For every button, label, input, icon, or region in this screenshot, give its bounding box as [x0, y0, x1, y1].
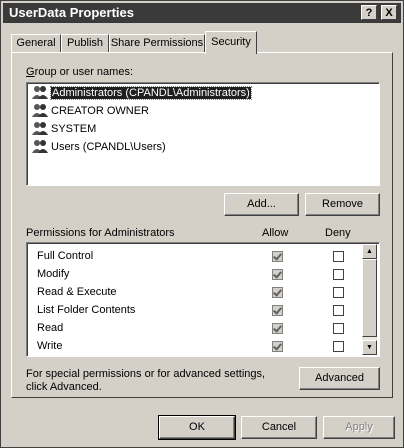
- ok-button[interactable]: OK: [158, 415, 236, 440]
- allow-checkbox[interactable]: [272, 251, 283, 262]
- users-icon: [31, 139, 49, 153]
- list-item-label: SYSTEM: [51, 123, 97, 135]
- list-item[interactable]: Users (CPANDL\Users): [31, 139, 166, 156]
- tab-share-permissions[interactable]: Share Permissions: [109, 34, 205, 53]
- group-user-list[interactable]: Administrators (CPANDL\Administrators) C…: [26, 82, 380, 186]
- apply-button[interactable]: Apply: [323, 416, 395, 439]
- allow-checkbox[interactable]: [272, 287, 283, 298]
- note-line-1: For special permissions or for advanced …: [26, 368, 266, 380]
- deny-checkbox[interactable]: [333, 341, 344, 352]
- advanced-button[interactable]: Advanced: [299, 367, 380, 390]
- users-icon: [31, 103, 49, 117]
- deny-checkbox[interactable]: [333, 305, 344, 316]
- table-row: List Folder Contents: [37, 301, 135, 319]
- scroll-down-icon[interactable]: ▼: [362, 340, 377, 355]
- table-row: Read & Execute: [37, 283, 117, 301]
- deny-header: Deny: [325, 227, 351, 239]
- users-icon: [31, 85, 49, 99]
- list-item-label: CREATOR OWNER: [51, 105, 149, 117]
- list-item-label: Users (CPANDL\Users): [51, 141, 166, 153]
- security-panel: Group or user names: Administrators (CPA…: [11, 52, 393, 398]
- scroll-up-icon[interactable]: ▲: [362, 244, 377, 259]
- table-row: Modify: [37, 265, 69, 283]
- window-title: UserData Properties: [9, 5, 134, 20]
- permissions-scrollbar[interactable]: ▲ ▼: [362, 244, 377, 355]
- deny-checkbox[interactable]: [333, 269, 344, 280]
- allow-checkbox[interactable]: [272, 341, 283, 352]
- list-item[interactable]: SYSTEM: [31, 121, 96, 138]
- permission-name: Read & Execute: [37, 286, 117, 298]
- permission-name: Read: [37, 322, 64, 334]
- permissions-list[interactable]: Full Control Modify Read & Execute List …: [26, 242, 380, 357]
- deny-checkbox[interactable]: [333, 287, 344, 298]
- permission-name: List Folder Contents: [37, 304, 136, 316]
- allow-checkbox[interactable]: [272, 269, 283, 280]
- allow-checkbox[interactable]: [272, 323, 283, 334]
- table-row: Read: [37, 319, 63, 337]
- permissions-label: Permissions for Administrators: [26, 227, 175, 239]
- table-row: Write: [37, 337, 62, 355]
- cancel-button[interactable]: Cancel: [241, 416, 317, 439]
- list-item[interactable]: CREATOR OWNER: [31, 103, 149, 120]
- group-list-label: Group or user names:: [26, 66, 133, 78]
- tab-security[interactable]: Security: [205, 31, 257, 54]
- tab-general[interactable]: General: [11, 34, 61, 53]
- special-permissions-note: For special permissions or for advanced …: [26, 368, 265, 394]
- permission-name: Modify: [37, 268, 70, 280]
- users-icon: [31, 121, 49, 135]
- deny-checkbox[interactable]: [333, 251, 344, 262]
- deny-checkbox[interactable]: [333, 323, 344, 334]
- tab-publish[interactable]: Publish: [61, 34, 109, 53]
- properties-dialog: UserData Properties ? X General Publish …: [0, 0, 404, 448]
- note-line-2: click Advanced.: [26, 381, 102, 393]
- allow-checkbox[interactable]: [272, 305, 283, 316]
- close-button[interactable]: X: [381, 5, 397, 20]
- permission-name: Write: [37, 340, 63, 352]
- title-bar[interactable]: UserData Properties ? X: [3, 3, 401, 23]
- table-row: Full Control: [37, 247, 93, 265]
- help-button[interactable]: ?: [361, 5, 377, 20]
- remove-button[interactable]: Remove: [305, 193, 380, 216]
- add-button[interactable]: Add...: [224, 193, 299, 216]
- list-item-label: Administrators (CPANDL\Administrators): [50, 86, 252, 100]
- scroll-thumb[interactable]: [362, 259, 377, 337]
- list-item[interactable]: Administrators (CPANDL\Administrators): [31, 85, 252, 102]
- allow-header: Allow: [262, 227, 289, 239]
- permission-name: Full Control: [37, 250, 94, 262]
